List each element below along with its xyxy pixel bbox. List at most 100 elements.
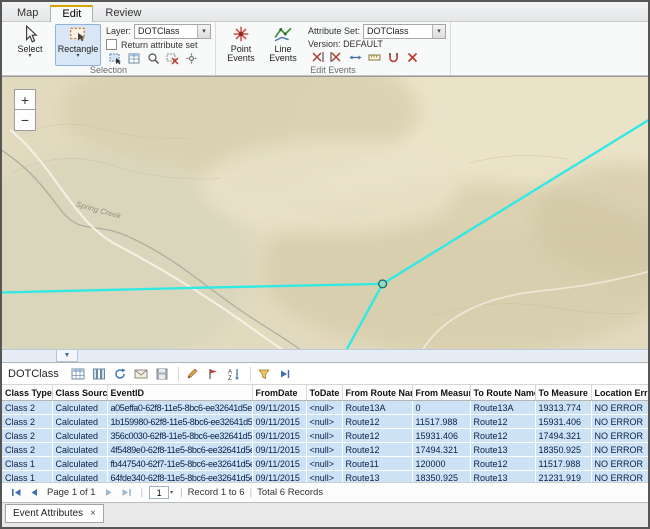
table-cell[interactable]: <null>: [306, 457, 342, 471]
table-row[interactable]: Class 2Calculated1b159980-62f8-11e5-8bc6…: [2, 415, 648, 429]
table-cell[interactable]: 4f5489e0-62f8-11e5-8bc6-ee32641d5ec9: [107, 443, 252, 457]
table-cell[interactable]: Calculated: [52, 415, 107, 429]
table-cell[interactable]: Calculated: [52, 457, 107, 471]
table-cell[interactable]: 17494.321: [412, 443, 470, 457]
goto-record-button[interactable]: [276, 364, 295, 383]
table-cell[interactable]: Route13: [470, 471, 535, 483]
close-tab-icon[interactable]: ×: [90, 508, 96, 519]
table-row[interactable]: Class 2Calculated4f5489e0-62f8-11e5-8bc6…: [2, 443, 648, 457]
table-row[interactable]: Class 1Calculatedfb447540-62f7-11e5-8bc6…: [2, 457, 648, 471]
previous-page-button[interactable]: [25, 485, 43, 501]
select-features-button[interactable]: [106, 50, 124, 67]
table-cell[interactable]: Calculated: [52, 471, 107, 483]
column-header-todate[interactable]: ToDate: [306, 385, 342, 401]
select-by-attributes-button[interactable]: [125, 50, 143, 67]
tab-map[interactable]: Map: [5, 4, 50, 21]
filter-button[interactable]: [255, 364, 274, 383]
delete-event-button[interactable]: [403, 49, 421, 66]
open-table-button[interactable]: [69, 364, 88, 383]
table-cell[interactable]: 64fde340-62f8-11e5-8bc6-ee32641d5ec9: [107, 471, 252, 483]
selection-options-button[interactable]: [182, 50, 200, 67]
column-header-eventid[interactable]: EventID: [107, 385, 252, 401]
table-cell[interactable]: Route12: [342, 429, 412, 443]
table-cell[interactable]: 11517.988: [412, 415, 470, 429]
attribute-set-dropdown[interactable]: DOTClass ▾: [363, 24, 446, 39]
table-cell[interactable]: NO ERROR: [591, 429, 648, 443]
table-cell[interactable]: Class 2: [2, 429, 52, 443]
table-cell[interactable]: NO ERROR: [591, 471, 648, 483]
table-cell[interactable]: Route12: [470, 457, 535, 471]
return-attribute-set-checkbox[interactable]: [106, 39, 117, 50]
zoom-to-selection-button[interactable]: [144, 50, 162, 67]
layer-dropdown[interactable]: DOTClass ▾: [134, 24, 211, 39]
collapse-panel-button[interactable]: ▼: [56, 350, 78, 362]
table-row[interactable]: Class 2Calculateda05effa0-62f8-11e5-8bc6…: [2, 401, 648, 415]
table-cell[interactable]: 09/11/2015: [252, 457, 306, 471]
table-cell[interactable]: 19313.774: [535, 401, 591, 415]
table-cell[interactable]: 15931.406: [535, 415, 591, 429]
table-cell[interactable]: 120000: [412, 457, 470, 471]
table-cell[interactable]: Route13: [470, 443, 535, 457]
table-cell[interactable]: 1b159980-62f8-11e5-8bc6-ee32641d5ec9: [107, 415, 252, 429]
column-header-from-measure[interactable]: From Measure: [412, 385, 470, 401]
page-number-input[interactable]: [149, 486, 169, 499]
edit-record-button[interactable]: [183, 364, 202, 383]
table-cell[interactable]: 18350.925: [535, 443, 591, 457]
column-header-from-route-name[interactable]: From Route Name: [342, 385, 412, 401]
select-dropdown-caret-icon[interactable]: ▾: [28, 54, 31, 59]
table-cell[interactable]: Route11: [342, 457, 412, 471]
merge-events-button[interactable]: [327, 49, 345, 66]
table-cell[interactable]: 17494.321: [535, 429, 591, 443]
table-cell[interactable]: 09/11/2015: [252, 401, 306, 415]
table-cell[interactable]: 356c0030-62f8-11e5-8bc6-ee32641d5ec9: [107, 429, 252, 443]
snap-event-button[interactable]: [384, 49, 402, 66]
sort-button[interactable]: AZ: [225, 364, 244, 383]
table-cell[interactable]: Route12: [342, 443, 412, 457]
save-button[interactable]: [153, 364, 172, 383]
table-cell[interactable]: <null>: [306, 415, 342, 429]
map-view[interactable]: Spring Creek + −: [2, 76, 648, 349]
show-columns-button[interactable]: [90, 364, 109, 383]
table-cell[interactable]: Calculated: [52, 429, 107, 443]
table-cell[interactable]: Class 2: [2, 415, 52, 429]
select-tool-button[interactable]: Select ▾: [7, 24, 53, 66]
panel-splitter[interactable]: ▼: [2, 349, 648, 363]
table-cell[interactable]: 0: [412, 401, 470, 415]
table-cell[interactable]: Route12: [342, 415, 412, 429]
column-header-location-error[interactable]: Location Error: [591, 385, 648, 401]
attribute-set-dropdown-caret-icon[interactable]: ▾: [432, 25, 445, 38]
column-header-to-route-name[interactable]: To Route Name: [470, 385, 535, 401]
table-cell[interactable]: NO ERROR: [591, 401, 648, 415]
clear-selection-button[interactable]: [163, 50, 181, 67]
table-cell[interactable]: Calculated: [52, 443, 107, 457]
layer-dropdown-caret-icon[interactable]: ▾: [197, 25, 210, 38]
table-cell[interactable]: Route13A: [342, 401, 412, 415]
table-cell[interactable]: 18350.925: [412, 471, 470, 483]
table-cell[interactable]: Class 1: [2, 457, 52, 471]
table-cell[interactable]: NO ERROR: [591, 457, 648, 471]
point-events-button[interactable]: Point Events: [221, 24, 261, 66]
table-cell[interactable]: Class 1: [2, 471, 52, 483]
export-button[interactable]: [132, 364, 151, 383]
table-cell[interactable]: Class 2: [2, 401, 52, 415]
split-event-button[interactable]: [308, 49, 326, 66]
column-header-to-measure[interactable]: To Measure: [535, 385, 591, 401]
table-cell[interactable]: 21231.919: [535, 471, 591, 483]
line-events-button[interactable]: Line Events: [263, 24, 303, 66]
move-event-button[interactable]: [346, 49, 364, 66]
table-cell[interactable]: Calculated: [52, 401, 107, 415]
table-cell[interactable]: 09/11/2015: [252, 443, 306, 457]
rectangle-dropdown-caret-icon[interactable]: ▾: [76, 54, 79, 59]
table-cell[interactable]: 09/11/2015: [252, 415, 306, 429]
table-cell[interactable]: 09/11/2015: [252, 471, 306, 483]
tab-edit[interactable]: Edit: [50, 5, 93, 22]
route-junction-marker[interactable]: [379, 280, 387, 288]
table-cell[interactable]: <null>: [306, 401, 342, 415]
last-page-button[interactable]: [118, 485, 136, 501]
table-cell[interactable]: NO ERROR: [591, 443, 648, 457]
page-spinner-caret-icon[interactable]: ▾: [170, 489, 173, 496]
table-cell[interactable]: <null>: [306, 471, 342, 483]
table-cell[interactable]: <null>: [306, 443, 342, 457]
column-header-fromdate[interactable]: FromDate: [252, 385, 306, 401]
rectangle-tool-button[interactable]: Rectangle ▾: [55, 24, 101, 66]
